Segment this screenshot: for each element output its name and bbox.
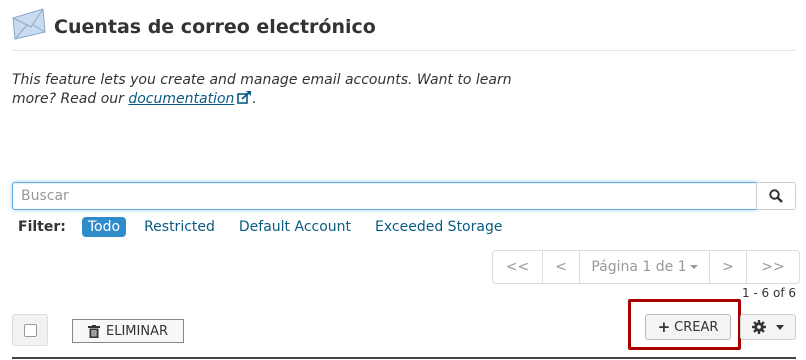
page-header: Cuentas de correo electrónico [12, 6, 796, 51]
last-page-button[interactable]: >> [747, 251, 799, 283]
search-bar [12, 182, 796, 210]
page-title: Cuentas de correo electrónico [54, 16, 376, 38]
next-page-button[interactable]: > [710, 251, 747, 283]
prev-page-button[interactable]: < [543, 251, 580, 283]
table-top-border [12, 357, 796, 359]
page-select[interactable]: Página 1 de 1 [580, 251, 710, 283]
filter-option-todo[interactable]: Todo [81, 217, 127, 237]
gear-icon [752, 320, 766, 334]
trash-icon [88, 324, 100, 338]
intro-text-before: This feature lets you create and manage … [12, 72, 512, 107]
filter-label: Filter: [18, 219, 66, 235]
filter-option-default-account[interactable]: Default Account [233, 217, 357, 237]
first-page-button[interactable]: << [493, 251, 543, 283]
search-input[interactable] [12, 182, 757, 210]
delete-label: ELIMINAR [106, 323, 168, 339]
envelope-icon [12, 8, 46, 40]
filter-option-restricted[interactable]: Restricted [138, 217, 221, 237]
create-label: CREAR [674, 319, 719, 335]
delete-button[interactable]: ELIMINAR [72, 319, 184, 343]
settings-dropdown-button[interactable] [740, 314, 796, 340]
create-button[interactable]: + CREAR [645, 314, 731, 340]
filter-bar: Filter: Todo Restricted Default Account … [18, 216, 520, 238]
search-icon [769, 189, 783, 203]
select-all-checkbox[interactable] [24, 324, 37, 337]
filter-option-exceeded-storage[interactable]: Exceeded Storage [369, 217, 508, 237]
plus-icon: + [657, 318, 671, 336]
caret-down-icon [776, 324, 784, 330]
intro-text-after: . [252, 91, 257, 107]
documentation-link[interactable]: documentation [128, 91, 234, 107]
pagination: << < Página 1 de 1 > >> [492, 250, 800, 284]
search-button[interactable] [756, 182, 796, 210]
select-all-container [12, 314, 48, 346]
page-label: Página 1 de 1 [591, 259, 687, 275]
external-link-icon[interactable] [237, 91, 252, 104]
result-count: 1 - 6 of 6 [741, 286, 796, 300]
intro-text: This feature lets you create and manage … [12, 71, 512, 109]
caret-down-icon [689, 265, 698, 269]
